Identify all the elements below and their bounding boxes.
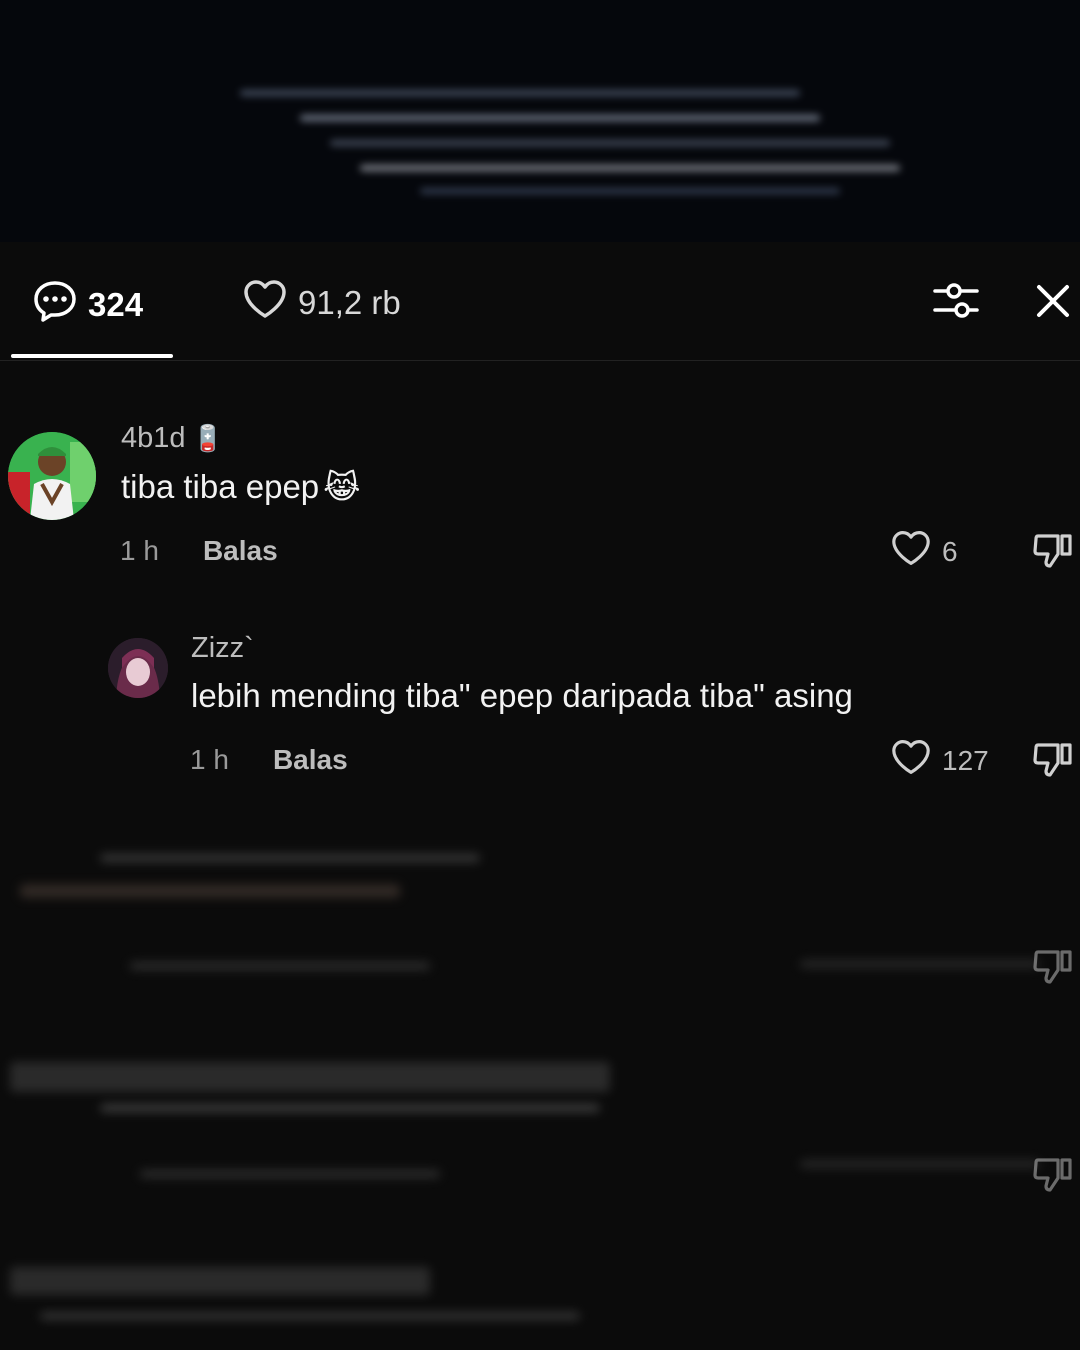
blurred-text (800, 1160, 1040, 1168)
comment-meta: 1 h Balas (120, 535, 278, 567)
comment-username[interactable]: Zizz` (191, 632, 254, 665)
video-preview-blurred (0, 0, 1080, 242)
avatar[interactable] (8, 432, 96, 520)
reply-button[interactable]: Balas (203, 535, 278, 567)
heart-outline-icon (890, 738, 932, 783)
comment-like-button[interactable]: 6 (890, 529, 958, 574)
active-tab-indicator (11, 354, 173, 358)
comments-tabbar: 324 91,2 rb (0, 242, 1080, 361)
blur-streak (300, 115, 820, 121)
reply-button[interactable]: Balas (273, 744, 348, 776)
like-count: 91,2 rb (298, 284, 401, 321)
comment-like-button[interactable]: 127 (890, 738, 989, 783)
thumbs-down-icon (1032, 743, 1074, 783)
comment-text: lebih mending tiba" epep daripada tiba" … (191, 677, 853, 714)
filter-button[interactable] (930, 280, 982, 326)
tab-comments[interactable]: 324 (32, 278, 143, 332)
tab-likes[interactable]: 91,2 rb (242, 278, 401, 328)
comments-sheet: 324 91,2 rb 4b1d 🪫 tiba tiba epep 😹 1 h … (0, 242, 1080, 1350)
comment-dislike-button[interactable] (1032, 739, 1074, 784)
blurred-text (100, 1104, 600, 1112)
comment-time: 1 h (120, 535, 159, 566)
close-button[interactable] (1032, 282, 1074, 324)
blur-streak (420, 188, 840, 194)
blurred-dislike-button[interactable] (1032, 946, 1074, 991)
thumbs-down-icon (1032, 950, 1074, 990)
comment-time: 1 h (190, 744, 229, 775)
thumbs-down-icon (1032, 1158, 1074, 1198)
comment-reply-item: Zizz` lebih mending tiba" epep daripada … (0, 622, 1080, 802)
comment-item: 4b1d 🪫 tiba tiba epep 😹 1 h Balas 6 (0, 402, 1080, 592)
close-icon (1035, 283, 1071, 324)
blurred-text (800, 960, 1040, 968)
blurred-text (10, 1267, 430, 1295)
heart-outline-icon (242, 278, 288, 328)
comment-text: tiba tiba epep 😹 (121, 468, 361, 505)
chat-bubble-icon (32, 278, 78, 332)
blurred-text (20, 884, 400, 898)
blur-streak (360, 165, 900, 171)
comment-count: 324 (88, 286, 144, 323)
comment-meta: 1 h Balas (190, 744, 348, 776)
battery-badge: 🪫 (191, 423, 224, 453)
blurred-text (100, 854, 480, 862)
heart-outline-icon (890, 529, 932, 574)
emoji: 😹 (323, 469, 361, 505)
blurred-text (10, 1062, 610, 1092)
avatar[interactable] (108, 638, 168, 698)
blur-streak (330, 140, 890, 146)
sliders-icon (932, 279, 980, 328)
blurred-text (130, 962, 430, 970)
blurred-text (140, 1170, 440, 1178)
blurred-dislike-button[interactable] (1032, 1154, 1074, 1199)
comment-like-count: 127 (942, 744, 989, 776)
comment-username[interactable]: 4b1d 🪫 (121, 422, 224, 455)
blur-streak (240, 90, 800, 96)
blurred-text (40, 1312, 580, 1320)
comment-like-count: 6 (942, 535, 958, 567)
thumbs-down-icon (1032, 534, 1074, 574)
comment-dislike-button[interactable] (1032, 530, 1074, 575)
